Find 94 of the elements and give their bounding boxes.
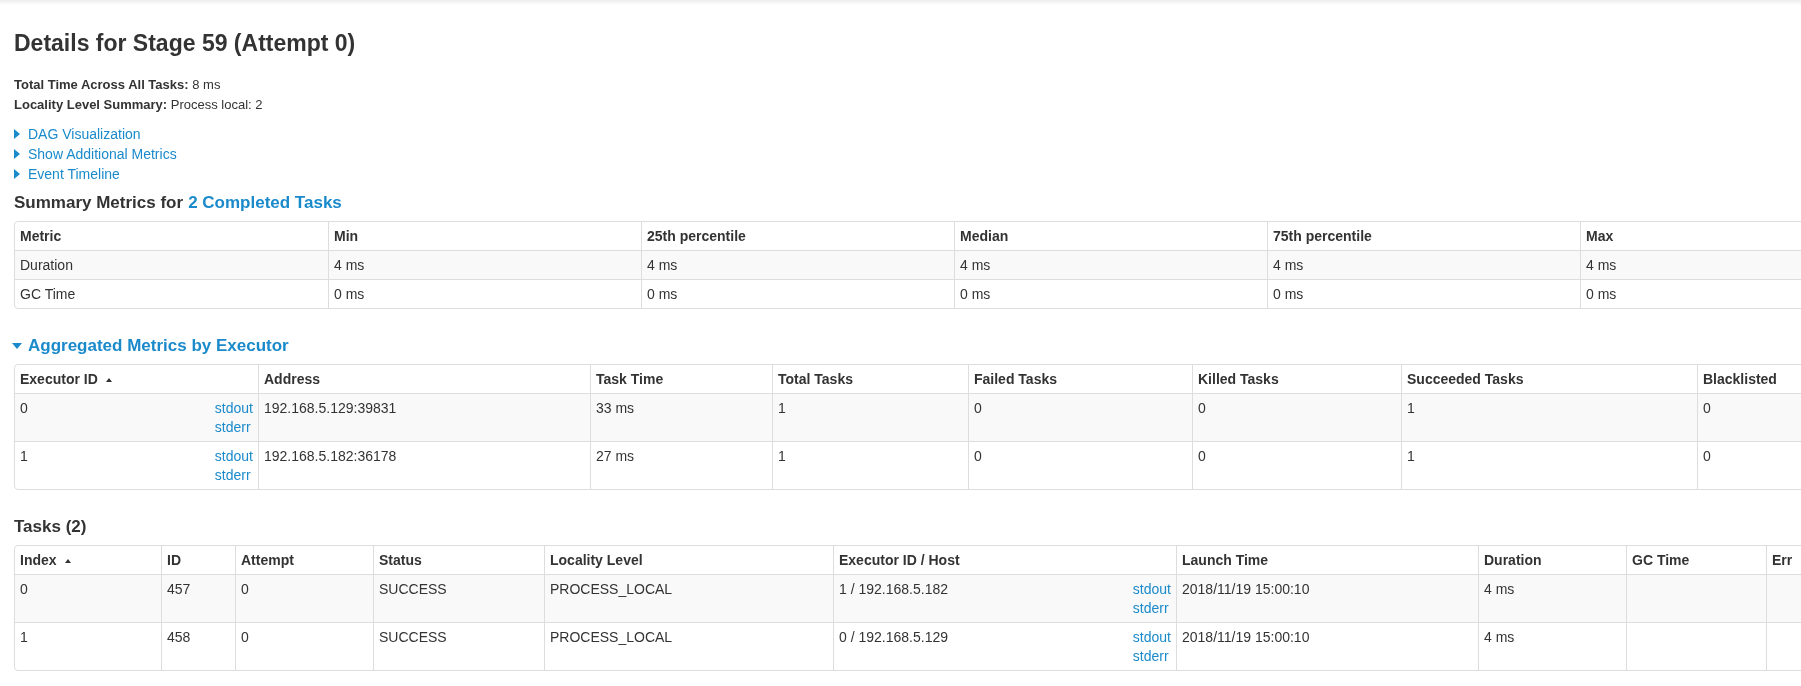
column-header[interactable]: Err (1766, 546, 1801, 574)
table-cell-text: 1 / 192.168.5.182 (839, 580, 948, 599)
column-header[interactable]: Blacklisted (1697, 365, 1801, 393)
table-cell: PROCESS_LOCAL (550, 581, 673, 597)
section-heading: Summary Metrics for (14, 192, 184, 214)
column-header[interactable]: Failed Tasks (968, 365, 1192, 393)
column-header[interactable]: GC Time (1626, 546, 1766, 574)
column-header[interactable]: Max (1580, 222, 1801, 250)
table-cell: 1 (1407, 448, 1415, 464)
table-cell: 0 (241, 581, 249, 597)
log-link[interactable]: stdout (1132, 628, 1171, 647)
summary-value: 8 ms (192, 77, 221, 92)
column-header[interactable]: Total Tasks (772, 365, 968, 393)
table-cell: 0 (1703, 448, 1711, 464)
table-cell: 4 ms (647, 257, 678, 273)
table-cell: 1 (1407, 400, 1415, 416)
table-cell: 0 (1198, 448, 1206, 464)
table-cell: 0 ms (1586, 286, 1617, 302)
caret-icon[interactable] (12, 343, 22, 349)
section-heading: Tasks (2) (14, 516, 87, 538)
column-header[interactable]: Locality Level (544, 546, 833, 574)
log-link[interactable]: stderr (214, 466, 251, 485)
table-cell: 1 (20, 629, 28, 645)
column-header[interactable]: Status (373, 546, 544, 574)
table-cell: 0 (974, 448, 982, 464)
table-cell: 192.168.5.182:36178 (264, 448, 397, 464)
log-link[interactable]: stdout (214, 399, 253, 418)
table-cell-text: 1 (20, 447, 28, 466)
log-link[interactable]: stdout (214, 447, 253, 466)
summary-label: Total Time Across All Tasks: (14, 77, 189, 92)
table-cell: 4 ms (1484, 629, 1515, 645)
column-header[interactable]: Median (954, 222, 1267, 250)
column-header[interactable]: ID (161, 546, 235, 574)
column-header[interactable]: Attempt (235, 546, 373, 574)
caret-icon[interactable] (14, 169, 20, 179)
toggle-link[interactable]: DAG Visualization (28, 124, 141, 144)
column-header[interactable]: Min (328, 222, 641, 250)
column-header[interactable]: Killed Tasks (1192, 365, 1401, 393)
column-header[interactable]: Executor ID / Host (833, 546, 1176, 574)
table-cell: 0 (1703, 400, 1711, 416)
column-header[interactable]: Index (15, 546, 161, 574)
column-header[interactable]: 25th percentile (641, 222, 954, 250)
table-cell: 2018/11/19 15:00:10 (1182, 629, 1310, 645)
summary-label: Locality Level Summary: (14, 97, 168, 112)
table-cell: 4 ms (1586, 257, 1617, 273)
table-cell: 0 (1198, 400, 1206, 416)
column-header[interactable]: Metric (15, 222, 328, 250)
table-cell: 0 ms (960, 286, 991, 302)
table-cell: 457 (167, 581, 191, 597)
log-link[interactable]: stderr (214, 418, 251, 437)
table-cell: SUCCESS (379, 629, 447, 645)
table-cell: 2018/11/19 15:00:10 (1182, 581, 1310, 597)
table-cell: 4 ms (1484, 581, 1515, 597)
table-cell: 4 ms (334, 257, 365, 273)
table-cell: 0 (974, 400, 982, 416)
column-header[interactable]: Task Time (590, 365, 772, 393)
table-cell: SUCCESS (379, 581, 447, 597)
sort-arrow-icon (64, 559, 71, 564)
column-header[interactable]: Address (258, 365, 590, 393)
table-cell: 0 (241, 629, 249, 645)
toggle-link[interactable]: Event Timeline (28, 164, 120, 184)
table-cell: 1 (778, 400, 786, 416)
column-header[interactable]: Executor ID (15, 365, 258, 393)
table-cell: 1 (778, 448, 786, 464)
table-cell: 0 (20, 581, 28, 597)
column-header[interactable]: 75th percentile (1267, 222, 1580, 250)
page-title: Details for Stage 59 (Attempt 0) (14, 29, 357, 57)
table-cell: GC Time (20, 286, 76, 302)
table-cell: 0 ms (647, 286, 678, 302)
caret-icon[interactable] (14, 149, 20, 159)
column-header[interactable]: Succeeded Tasks (1401, 365, 1697, 393)
table-cell-text: 0 (20, 399, 28, 418)
table-cell-text: 0 / 192.168.5.129 (839, 628, 948, 647)
table-cell: 4 ms (960, 257, 991, 273)
log-link[interactable]: stderr (1132, 647, 1169, 666)
table-cell: PROCESS_LOCAL (550, 629, 673, 645)
section-heading-link[interactable]: Aggregated Metrics by Executor (28, 335, 289, 357)
table-cell: 0 ms (334, 286, 365, 302)
sort-arrow-icon (105, 378, 112, 383)
table-cell: 27 ms (596, 448, 635, 464)
table-cell: 4 ms (1273, 257, 1304, 273)
table-cell: 192.168.5.129:39831 (264, 400, 397, 416)
column-header[interactable]: Launch Time (1176, 546, 1478, 574)
table-cell: 458 (167, 629, 191, 645)
toggle-link[interactable]: Show Additional Metrics (28, 144, 177, 164)
caret-icon[interactable] (14, 129, 20, 139)
log-link[interactable]: stderr (1132, 599, 1169, 618)
table-cell: 0 ms (1273, 286, 1304, 302)
table-cell: Duration (20, 257, 73, 273)
log-link[interactable]: stdout (1132, 580, 1171, 599)
summary-value: Process local: 2 (170, 97, 263, 112)
column-header[interactable]: Duration (1478, 546, 1626, 574)
table-cell: 33 ms (596, 400, 635, 416)
completed-tasks-link[interactable]: 2 Completed Tasks (188, 192, 342, 214)
